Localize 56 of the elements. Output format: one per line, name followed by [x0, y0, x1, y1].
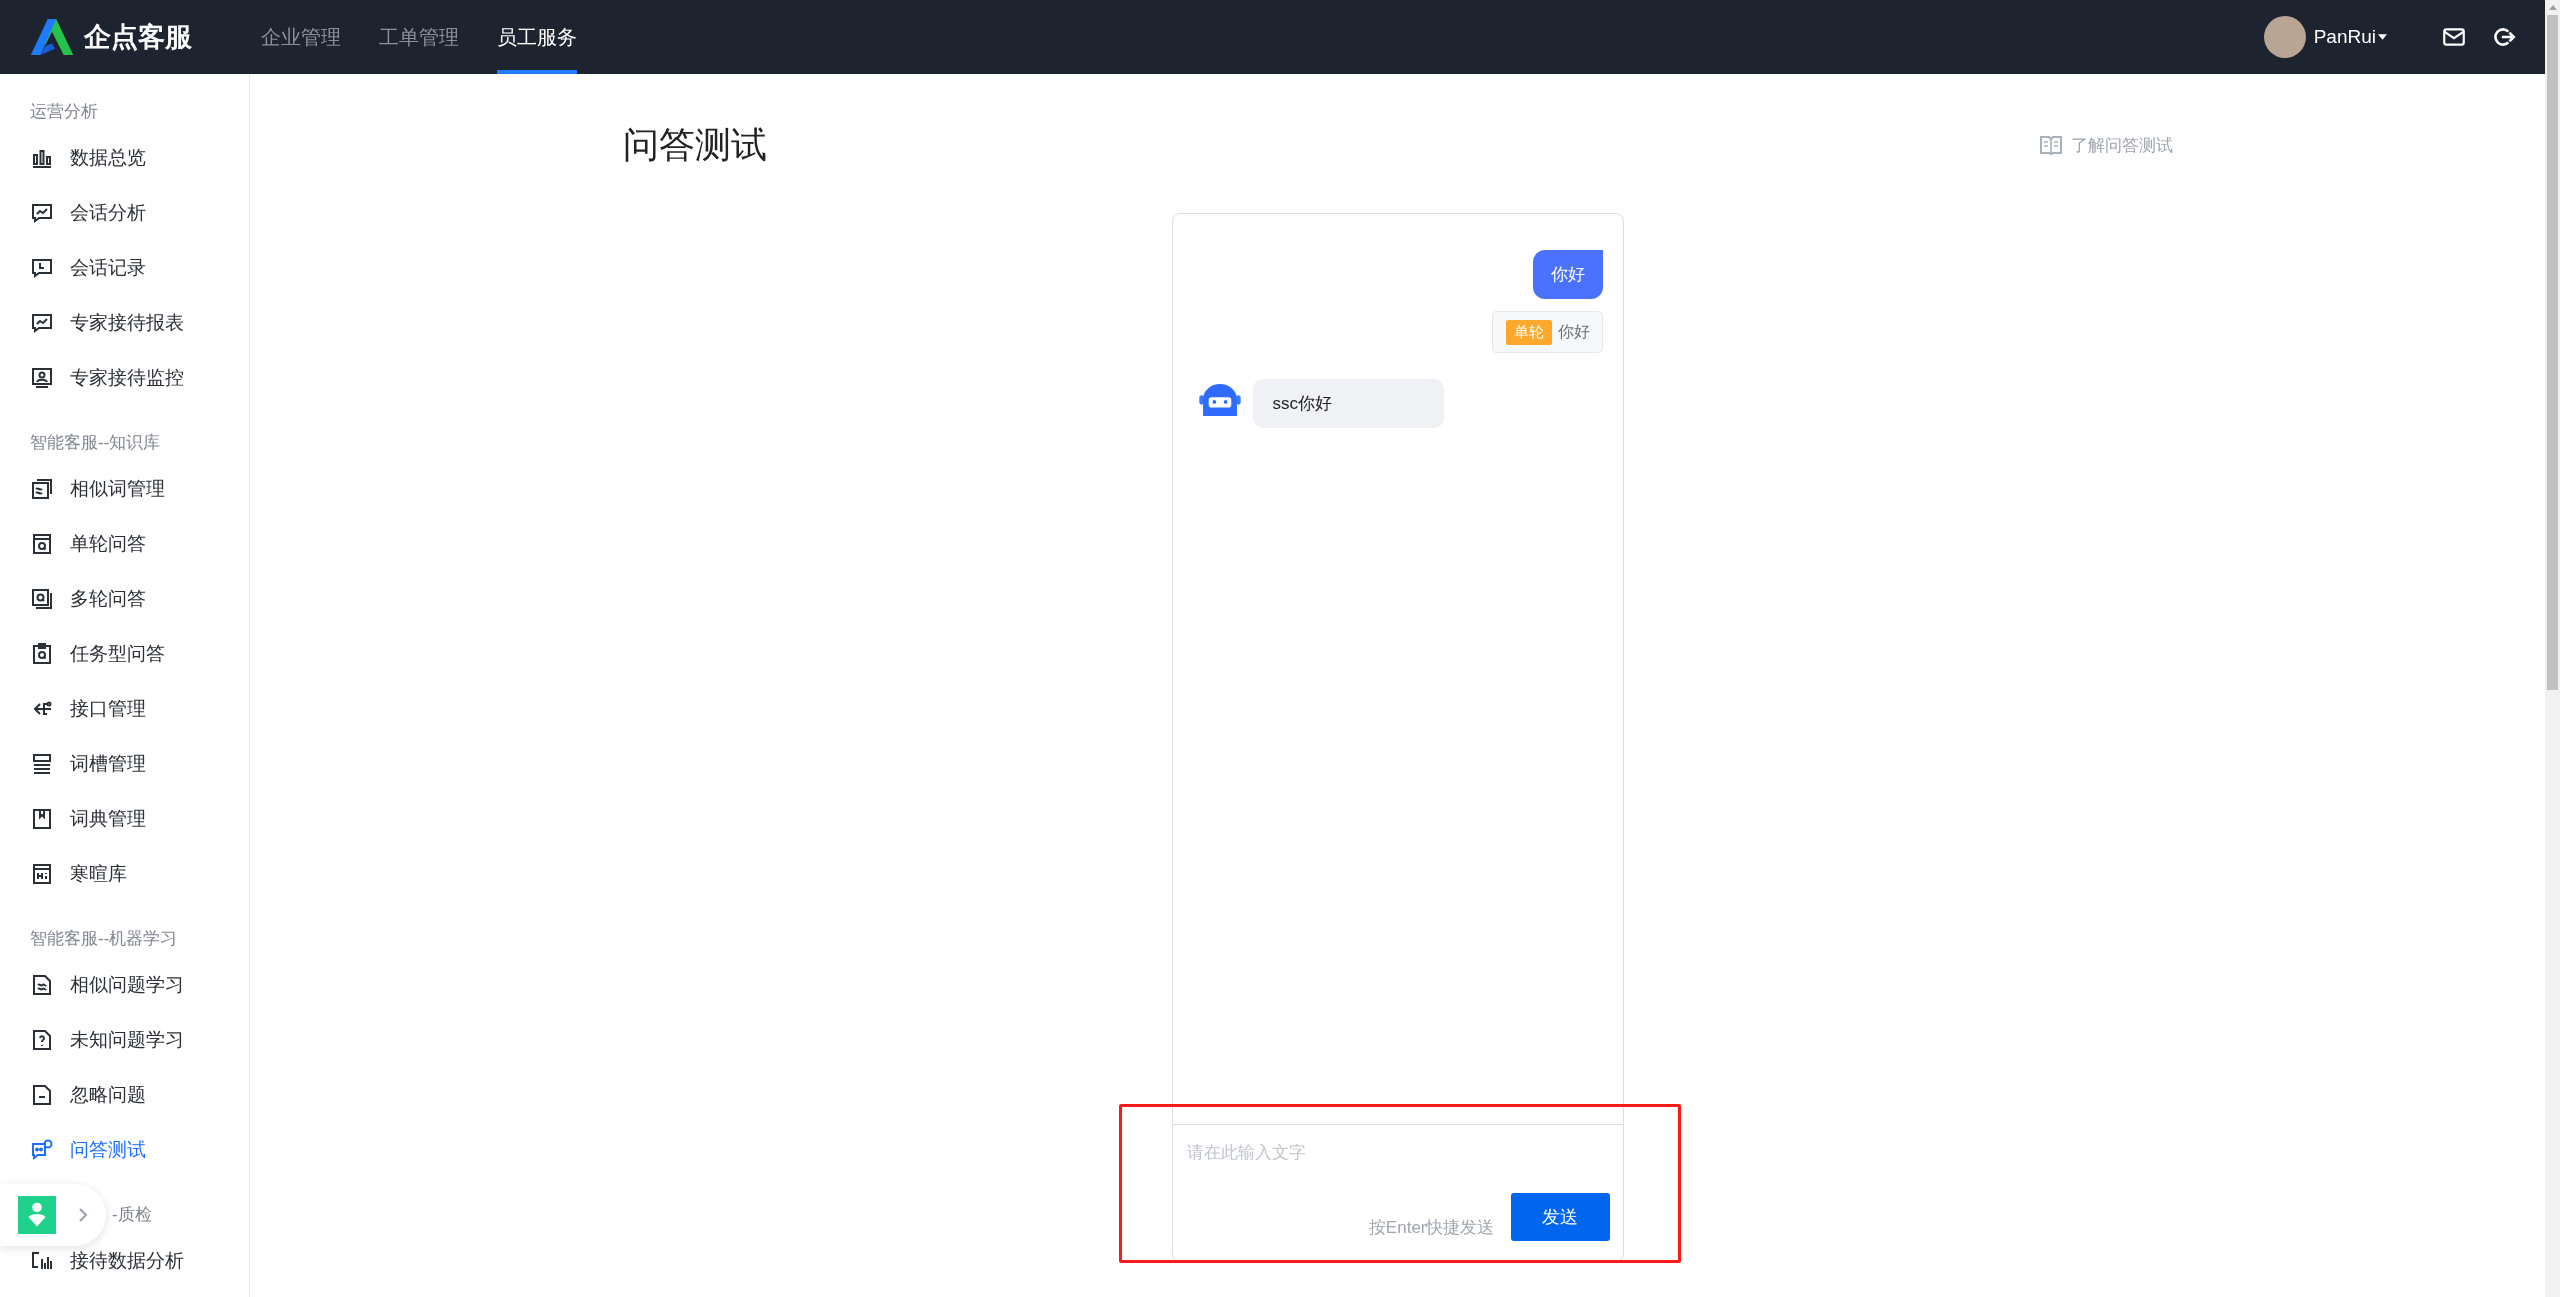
group-heading: -质检 [112, 1204, 153, 1226]
chat-bot-icon [30, 1137, 54, 1162]
service-icon [18, 1196, 56, 1234]
sidebar-item[interactable]: 专家接待监控 [0, 350, 249, 405]
sidebar-item[interactable]: 相似问题学习 [0, 957, 249, 1012]
sidebar-item[interactable]: 接待数据分析 [0, 1233, 249, 1288]
bot-message: ssc你好 [1252, 379, 1444, 428]
group-heading: 运营分析 [29, 101, 99, 123]
sidebar-item[interactable]: 未知问题学习 [0, 1012, 249, 1067]
group-heading: 智能客服--机器学习 [29, 928, 179, 950]
sidebar-item[interactable]: 会话记录 [0, 240, 249, 295]
robot-icon [1198, 384, 1241, 416]
sidebar-item[interactable]: 忽略问题 [0, 1067, 249, 1122]
logo-icon [28, 19, 76, 55]
send-button[interactable]: 发送 [1510, 1193, 1610, 1241]
stacked-card-icon [30, 476, 54, 501]
avatar[interactable] [2263, 16, 2306, 58]
clipboard-q-icon [30, 641, 54, 666]
chevron-right-icon [78, 1207, 88, 1223]
sidebar-item[interactable]: 接口管理 [0, 681, 249, 736]
group-heading: 智能客服--知识库 [29, 432, 162, 454]
hi-card-icon [30, 861, 54, 886]
bookmark-icon [30, 806, 54, 831]
book-icon [2038, 135, 2063, 155]
brand-name: 企点客服 [84, 21, 192, 54]
nav-tab[interactable]: 工单管理 [379, 0, 459, 74]
sidebar-item[interactable]: 会话分析 [0, 185, 249, 240]
floating-widget[interactable] [0, 1184, 106, 1246]
list-icon [30, 751, 54, 776]
sidebar-item[interactable]: 数据总览 [0, 130, 249, 185]
match-tag: 单轮 [1505, 319, 1552, 345]
user-monitor-icon [30, 365, 54, 390]
nav-tab[interactable]: 企业管理 [261, 0, 341, 74]
sidebar-item[interactable]: 词槽管理 [0, 736, 249, 791]
sidebar-item[interactable]: 单轮问答 [0, 516, 249, 571]
sidebar-item[interactable]: 相似词管理 [0, 461, 249, 516]
match-text: 你好 [1557, 321, 1590, 342]
document-minus-icon [30, 1082, 54, 1107]
user-menu[interactable]: PanRui [2313, 26, 2376, 48]
sidebar-item[interactable]: 问答测试 [0, 1122, 249, 1177]
caret-icon [2378, 34, 2387, 40]
sidebar-item[interactable]: 任务型问答 [0, 626, 249, 681]
scrollbar[interactable] [2545, 0, 2560, 1297]
scroll-thumb[interactable] [2547, 15, 2558, 690]
scroll-up-icon[interactable] [2548, 5, 2557, 10]
page-title: 问答测试 [622, 123, 767, 167]
sidebar-item[interactable]: 寒暄库 [0, 846, 249, 901]
user-message: 你好 [1532, 250, 1603, 299]
sidebar-item[interactable]: 专家接待报表 [0, 295, 249, 350]
document-wave-icon [30, 972, 54, 997]
sidebar-item[interactable]: 词典管理 [0, 791, 249, 846]
document-q-icon [30, 531, 54, 556]
stacked-q-icon [30, 586, 54, 611]
document-question-icon [30, 1027, 54, 1052]
sidebar-item[interactable]: 多轮问答 [0, 571, 249, 626]
send-hint: 按Enter快捷发送 [1368, 1217, 1495, 1239]
